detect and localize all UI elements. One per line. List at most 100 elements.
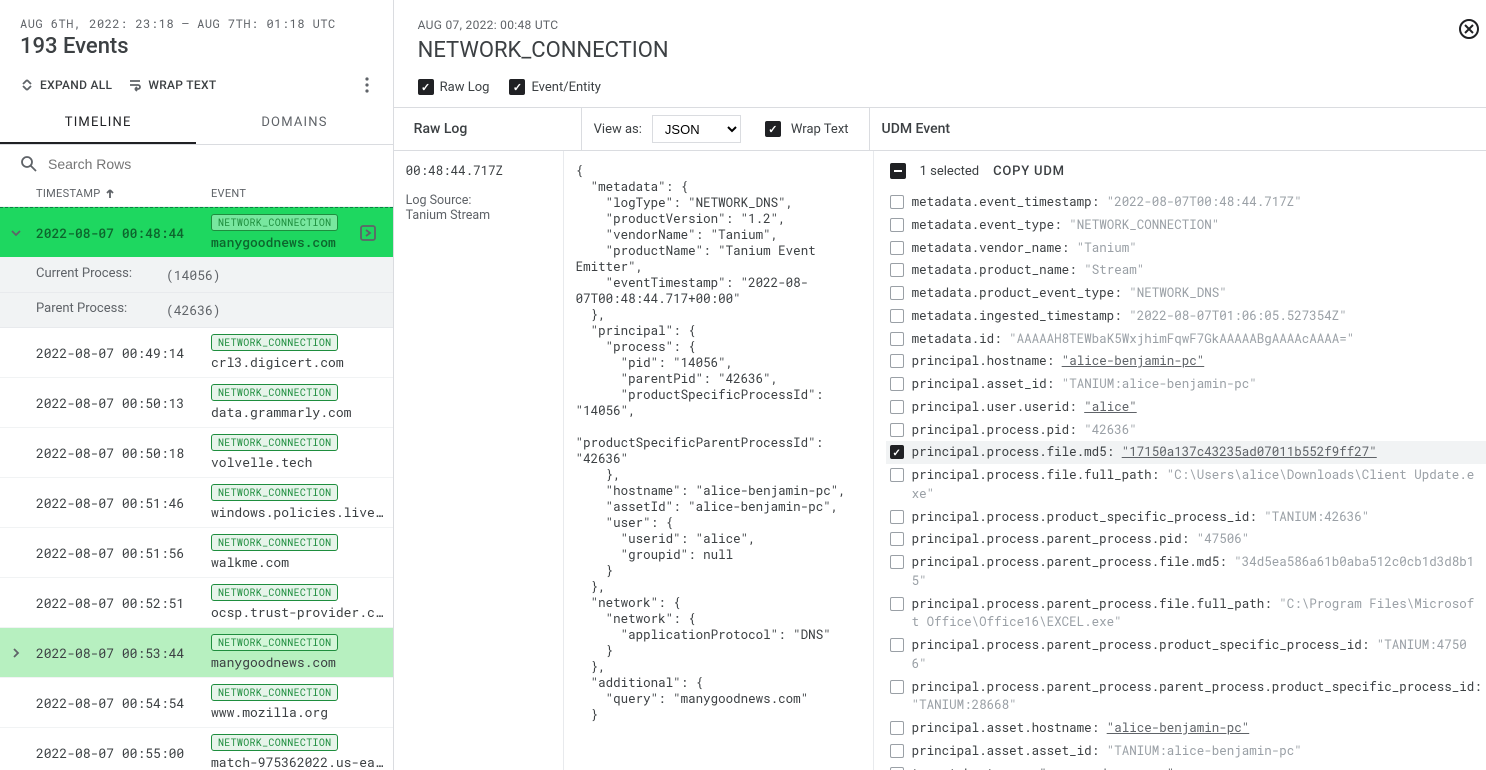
udm-row[interactable]: metadata.product_event_type: "NETWORK_DN… [886, 282, 1486, 305]
toggle-wrap-text[interactable]: Wrap Text [753, 108, 861, 150]
event-list[interactable]: 2022-08-07 00:48:44NETWORK_CONNECTIONman… [0, 207, 393, 770]
current-process-label: Current Process: [36, 266, 166, 284]
udm-checkbox[interactable] [890, 468, 904, 482]
view-as-label: View as: [594, 122, 642, 137]
udm-checkbox[interactable] [890, 400, 904, 414]
udm-value[interactable]: "alice-benjamin-pc" [1107, 720, 1250, 736]
udm-row[interactable]: principal.process.file.md5: "17150a137c4… [886, 441, 1486, 464]
udm-checkbox[interactable] [890, 377, 904, 391]
log-source-value: Tanium Stream [406, 208, 551, 223]
udm-checkbox[interactable] [890, 263, 904, 277]
format-select[interactable]: JSON [652, 115, 741, 143]
event-row[interactable]: 2022-08-07 00:51:46NETWORK_CONNECTIONwin… [0, 478, 393, 528]
col-timestamp[interactable]: TIMESTAMP [36, 187, 211, 200]
udm-checkbox[interactable] [890, 597, 904, 611]
udm-checkbox[interactable] [890, 423, 904, 437]
udm-checkbox[interactable] [890, 354, 904, 368]
event-row[interactable]: 2022-08-07 00:53:44NETWORK_CONNECTIONman… [0, 628, 393, 678]
udm-checkbox[interactable] [890, 309, 904, 323]
chevron-down-icon[interactable] [10, 227, 36, 239]
parent-process-label: Parent Process: [36, 301, 166, 319]
udm-row[interactable]: target.hostname: "manygoodnews.com" [886, 763, 1486, 770]
more-menu-button[interactable] [361, 73, 373, 97]
tab-timeline[interactable]: TIMELINE [0, 103, 196, 144]
udm-value: "AAAAAH8TEWbaK5WxjhimFqwF7GkAAAAABgAAAAc… [1009, 331, 1354, 347]
event-timestamp: 2022-08-07 00:50:18 [36, 444, 211, 462]
udm-checkbox[interactable] [890, 195, 904, 209]
udm-checkbox[interactable] [890, 445, 904, 459]
udm-checkbox[interactable] [890, 767, 904, 770]
udm-value[interactable]: "manygoodnews.com" [1039, 766, 1174, 770]
event-count: 193 Events [20, 34, 373, 59]
event-timestamp: 2022-08-07 00:51:46 [36, 494, 211, 512]
select-all-checkbox[interactable] [890, 163, 906, 179]
udm-row[interactable]: metadata.product_name: "Stream" [886, 259, 1486, 282]
udm-checkbox[interactable] [890, 555, 904, 569]
raw-log-json[interactable]: { "metadata": { "logType": "NETWORK_DNS"… [564, 151, 874, 770]
col-event[interactable]: EVENT [211, 187, 373, 200]
event-timestamp: 2022-08-07 00:54:54 [36, 694, 211, 712]
udm-row[interactable]: metadata.event_timestamp: "2022-08-07T00… [886, 191, 1486, 214]
toggle-event-entity[interactable]: Event/Entity [509, 79, 601, 95]
udm-row[interactable]: principal.process.parent_process.file.md… [886, 551, 1486, 593]
udm-row[interactable]: principal.process.pid: "42636" [886, 419, 1486, 442]
expand-all-button[interactable]: EXPAND ALL [20, 78, 112, 92]
event-row[interactable]: 2022-08-07 00:51:56NETWORK_CONNECTIONwal… [0, 528, 393, 578]
copy-udm-button[interactable]: COPY UDM [993, 164, 1065, 179]
sh-udm-event: UDM Event [869, 108, 963, 150]
open-detail-button[interactable] [359, 224, 383, 242]
udm-row[interactable]: principal.process.product_specific_proce… [886, 506, 1486, 529]
close-button[interactable] [1458, 18, 1480, 40]
udm-value: "42636" [1084, 422, 1137, 438]
event-domain: windows.policies.live… [211, 503, 383, 521]
udm-checkbox[interactable] [890, 332, 904, 346]
udm-row[interactable]: principal.process.parent_process.product… [886, 634, 1486, 676]
udm-row[interactable]: principal.asset_id: "TANIUM:alice-benjam… [886, 373, 1486, 396]
tab-domains[interactable]: DOMAINS [196, 103, 392, 144]
udm-checkbox[interactable] [890, 744, 904, 758]
event-row[interactable]: 2022-08-07 00:55:00NETWORK_CONNECTIONmat… [0, 728, 393, 770]
udm-checkbox[interactable] [890, 286, 904, 300]
event-row[interactable]: 2022-08-07 00:52:51NETWORK_CONNECTIONocs… [0, 578, 393, 628]
event-domain: manygoodnews.com [211, 233, 359, 251]
search-input[interactable] [48, 156, 373, 172]
event-row[interactable]: 2022-08-07 00:49:14NETWORK_CONNECTIONcrl… [0, 328, 393, 378]
event-type-badge: NETWORK_CONNECTION [211, 534, 338, 551]
event-row[interactable]: 2022-08-07 00:50:13NETWORK_CONNECTIONdat… [0, 378, 393, 428]
event-row[interactable]: 2022-08-07 00:50:18NETWORK_CONNECTIONvol… [0, 428, 393, 478]
udm-checkbox[interactable] [890, 510, 904, 524]
udm-value: "NETWORK_DNS" [1129, 285, 1227, 301]
udm-row[interactable]: principal.process.parent_process.pid: "4… [886, 528, 1486, 551]
event-domain: manygoodnews.com [211, 653, 383, 671]
wrap-text-button[interactable]: WRAP TEXT [128, 78, 216, 92]
udm-row[interactable]: principal.process.parent_process.parent_… [886, 676, 1486, 718]
udm-value[interactable]: "17150a137c43235ad07011b552f9ff27" [1122, 444, 1377, 460]
udm-checkbox[interactable] [890, 218, 904, 232]
toggle-raw-log[interactable]: Raw Log [418, 79, 490, 95]
udm-checkbox[interactable] [890, 721, 904, 735]
udm-row[interactable]: principal.hostname: "alice-benjamin-pc" [886, 350, 1486, 373]
udm-row[interactable]: metadata.event_type: "NETWORK_CONNECTION… [886, 214, 1486, 237]
udm-row[interactable]: principal.asset.hostname: "alice-benjami… [886, 717, 1486, 740]
udm-row[interactable]: principal.user.userid: "alice" [886, 396, 1486, 419]
chevron-right-icon[interactable] [10, 647, 36, 659]
udm-row[interactable]: metadata.ingested_timestamp: "2022-08-07… [886, 305, 1486, 328]
event-type-badge: NETWORK_CONNECTION [211, 734, 338, 751]
udm-checkbox[interactable] [890, 241, 904, 255]
udm-row[interactable]: principal.process.parent_process.file.fu… [886, 593, 1486, 635]
udm-row[interactable]: principal.asset.asset_id: "TANIUM:alice-… [886, 740, 1486, 763]
current-process-row: Current Process:(14056) [0, 258, 393, 293]
udm-checkbox[interactable] [890, 638, 904, 652]
udm-value[interactable]: "alice" [1084, 399, 1137, 415]
event-row[interactable]: 2022-08-07 00:48:44NETWORK_CONNECTIONman… [0, 207, 393, 258]
udm-row[interactable]: principal.process.file.full_path: "C:\Us… [886, 464, 1486, 506]
event-timestamp: 2022-08-07 00:53:44 [36, 644, 211, 662]
udm-value: "TANIUM:alice-benjamin-pc" [1062, 376, 1257, 392]
udm-checkbox[interactable] [890, 532, 904, 546]
udm-checkbox[interactable] [890, 680, 904, 694]
detail-title: NETWORK_CONNECTION [418, 38, 1474, 63]
udm-row[interactable]: metadata.vendor_name: "Tanium" [886, 237, 1486, 260]
udm-value[interactable]: "alice-benjamin-pc" [1062, 353, 1205, 369]
udm-row[interactable]: metadata.id: "AAAAAH8TEWbaK5WxjhimFqwF7G… [886, 328, 1486, 351]
event-row[interactable]: 2022-08-07 00:54:54NETWORK_CONNECTIONwww… [0, 678, 393, 728]
